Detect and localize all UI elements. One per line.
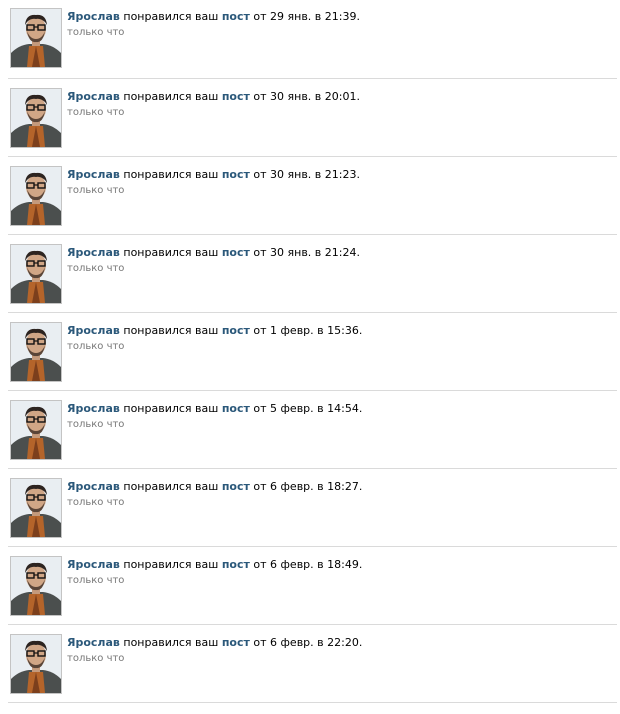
post-date: от 6 февр. в 18:27.: [253, 480, 363, 493]
user-avatar[interactable]: [10, 244, 62, 304]
notification-text: Ярослав понравился ваш пост от 30 янв. в…: [67, 168, 360, 182]
post-link[interactable]: пост: [222, 402, 250, 415]
notification-time: только что: [67, 341, 125, 352]
notification-item: Ярослав понравился ваш пост от 6 февр. в…: [8, 547, 617, 625]
action-text: понравился ваш: [123, 636, 219, 649]
user-avatar[interactable]: [10, 8, 62, 68]
user-avatar[interactable]: [10, 634, 62, 694]
action-text: понравился ваш: [123, 558, 219, 571]
post-link[interactable]: пост: [222, 90, 250, 103]
post-link[interactable]: пост: [222, 480, 250, 493]
post-date: от 30 янв. в 21:23.: [253, 168, 360, 181]
notification-item: Ярослав понравился ваш пост от 6 февр. в…: [8, 469, 617, 547]
post-link[interactable]: пост: [222, 558, 250, 571]
notification-text: Ярослав понравился ваш пост от 1 февр. в…: [67, 324, 362, 338]
user-link[interactable]: Ярослав: [67, 246, 120, 259]
user-avatar[interactable]: [10, 478, 62, 538]
notification-item: Ярослав понравился ваш пост от 29 янв. в…: [8, 0, 617, 79]
notification-text: Ярослав понравился ваш пост от 6 февр. в…: [67, 558, 362, 572]
post-link[interactable]: пост: [222, 636, 250, 649]
user-link[interactable]: Ярослав: [67, 90, 120, 103]
post-date: от 30 янв. в 20:01.: [253, 90, 360, 103]
notification-text: Ярослав понравился ваш пост от 29 янв. в…: [67, 10, 360, 24]
notification-text: Ярослав понравился ваш пост от 30 янв. в…: [67, 246, 360, 260]
notification-text: Ярослав понравился ваш пост от 30 янв. в…: [67, 90, 360, 104]
action-text: понравился ваш: [123, 10, 219, 23]
notification-time: только что: [67, 263, 125, 274]
user-avatar[interactable]: [10, 166, 62, 226]
post-link[interactable]: пост: [222, 246, 250, 259]
user-avatar[interactable]: [10, 88, 62, 148]
user-link[interactable]: Ярослав: [67, 168, 120, 181]
post-date: от 6 февр. в 18:49.: [253, 558, 363, 571]
action-text: понравился ваш: [123, 246, 219, 259]
notification-item: Ярослав понравился ваш пост от 1 февр. в…: [8, 313, 617, 391]
notification-item: Ярослав понравился ваш пост от 30 янв. в…: [8, 79, 617, 157]
notification-feed: Ярослав понравился ваш пост от 29 янв. в…: [0, 0, 620, 703]
user-avatar[interactable]: [10, 400, 62, 460]
action-text: понравился ваш: [123, 402, 219, 415]
user-link[interactable]: Ярослав: [67, 480, 120, 493]
user-link[interactable]: Ярослав: [67, 402, 120, 415]
post-date: от 29 янв. в 21:39.: [253, 10, 360, 23]
notification-time: только что: [67, 107, 125, 118]
notification-time: только что: [67, 419, 125, 430]
action-text: понравился ваш: [123, 480, 219, 493]
notification-text: Ярослав понравился ваш пост от 6 февр. в…: [67, 480, 362, 494]
user-avatar[interactable]: [10, 556, 62, 616]
notification-time: только что: [67, 653, 125, 664]
notification-item: Ярослав понравился ваш пост от 30 янв. в…: [8, 157, 617, 235]
notification-item: Ярослав понравился ваш пост от 6 февр. в…: [8, 625, 617, 703]
post-date: от 5 февр. в 14:54.: [253, 402, 363, 415]
post-date: от 30 янв. в 21:24.: [253, 246, 360, 259]
user-link[interactable]: Ярослав: [67, 558, 120, 571]
notification-time: только что: [67, 185, 125, 196]
user-avatar[interactable]: [10, 322, 62, 382]
action-text: понравился ваш: [123, 324, 219, 337]
notification-time: только что: [67, 27, 125, 38]
notification-item: Ярослав понравился ваш пост от 30 янв. в…: [8, 235, 617, 313]
notification-time: только что: [67, 497, 125, 508]
post-date: от 6 февр. в 22:20.: [253, 636, 363, 649]
post-link[interactable]: пост: [222, 10, 250, 23]
user-link[interactable]: Ярослав: [67, 324, 120, 337]
notification-item: Ярослав понравился ваш пост от 5 февр. в…: [8, 391, 617, 469]
notification-time: только что: [67, 575, 125, 586]
user-link[interactable]: Ярослав: [67, 636, 120, 649]
user-link[interactable]: Ярослав: [67, 10, 120, 23]
action-text: понравился ваш: [123, 90, 219, 103]
post-date: от 1 февр. в 15:36.: [253, 324, 363, 337]
post-link[interactable]: пост: [222, 324, 250, 337]
action-text: понравился ваш: [123, 168, 219, 181]
post-link[interactable]: пост: [222, 168, 250, 181]
notification-text: Ярослав понравился ваш пост от 6 февр. в…: [67, 636, 362, 650]
notification-text: Ярослав понравился ваш пост от 5 февр. в…: [67, 402, 362, 416]
